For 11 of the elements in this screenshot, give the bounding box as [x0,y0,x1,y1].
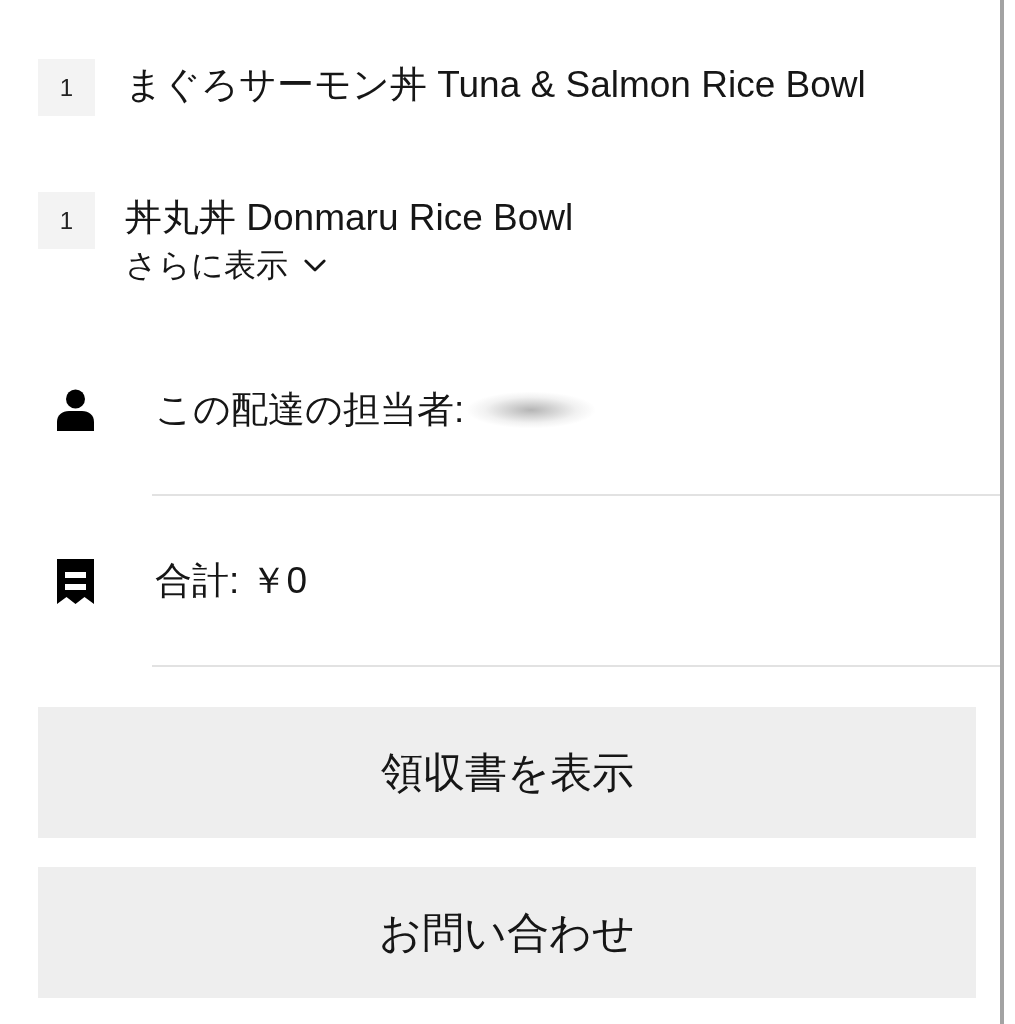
detail-text: この配達の担当者: [155,388,465,432]
detail-text: 合計: ￥0 [155,559,308,603]
person-icon [57,389,94,431]
action-button[interactable]: お問い合わせ [38,867,976,998]
quantity-badge: 1 [38,192,95,249]
action-button[interactable]: 領収書を表示 [38,707,976,838]
receipt-icon [57,558,94,604]
show-more-link[interactable]: さらに表示 [125,244,326,286]
quantity-badge: 1 [38,59,95,116]
item-name: まぐろサーモン丼 Tuna & Salmon Rice Bowl [125,63,866,107]
item-name: 丼丸丼 Donmaru Rice Bowl [125,196,574,240]
